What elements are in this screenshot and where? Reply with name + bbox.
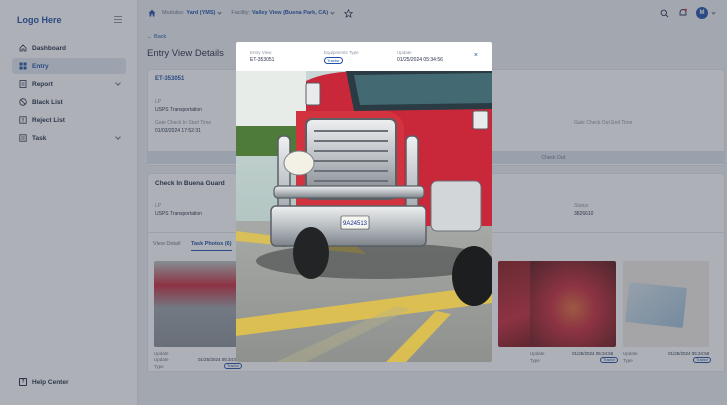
svg-text:9A24513: 9A24513 xyxy=(343,221,368,227)
close-icon[interactable]: × xyxy=(474,52,478,59)
photo-modal: Entry View ET-353051 Equipments Type Tra… xyxy=(236,42,492,362)
truck-photo-svg: 9A24513 xyxy=(236,71,492,362)
entry-view-value: ET-353051 xyxy=(250,57,275,63)
modal-header: Entry View ET-353051 Equipments Type Tra… xyxy=(236,42,492,71)
entry-view-label: Entry View xyxy=(250,50,272,55)
update-value: 01/25/2024 05:34:56 xyxy=(397,57,443,63)
update-label: Update xyxy=(397,50,412,55)
equipments-type-chip: Tractor xyxy=(324,57,343,64)
equipments-type-label: Equipments Type xyxy=(324,50,359,55)
truck-photo: 9A24513 xyxy=(236,71,492,362)
